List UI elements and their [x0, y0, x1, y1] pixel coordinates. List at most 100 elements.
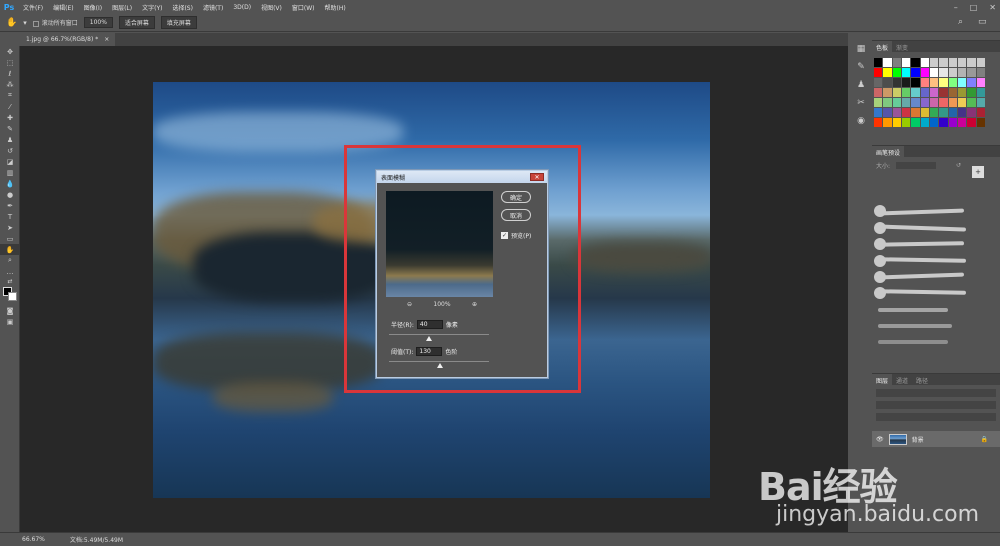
color-swatch[interactable] — [920, 88, 929, 97]
menu-image[interactable]: 图像(I) — [79, 3, 107, 12]
background-color[interactable] — [8, 292, 17, 301]
menu-edit[interactable]: 编辑(E) — [48, 3, 78, 12]
color-swatch[interactable] — [920, 58, 929, 67]
color-swatch[interactable] — [911, 98, 920, 107]
color-swatch[interactable] — [920, 78, 929, 87]
color-swatch[interactable] — [948, 58, 957, 67]
adjustments-icon[interactable]: ◉ — [852, 112, 870, 130]
color-swatch[interactable] — [939, 68, 948, 77]
color-swatch[interactable] — [967, 68, 976, 77]
radius-slider-handle[interactable] — [426, 336, 432, 341]
hand-tool-icon[interactable]: ✋ — [6, 18, 17, 28]
color-swatch[interactable] — [948, 118, 957, 127]
menu-filter[interactable]: 滤镜(T) — [198, 3, 228, 12]
color-swatch[interactable] — [948, 78, 957, 87]
zoom-100-button[interactable]: 100% — [83, 17, 113, 28]
color-swatch[interactable] — [883, 118, 892, 127]
color-swatch[interactable] — [883, 98, 892, 107]
minimize-icon[interactable]: – — [954, 3, 958, 12]
zoom-tool-icon[interactable]: ⌕ — [0, 255, 20, 266]
color-swatch[interactable] — [976, 88, 985, 97]
color-swatch[interactable] — [892, 78, 901, 87]
color-swatch[interactable] — [883, 68, 892, 77]
tab-gradients[interactable]: 渐变 — [892, 41, 912, 52]
menu-select[interactable]: 选择(S) — [167, 3, 198, 12]
color-swatch[interactable] — [929, 88, 939, 97]
crop-tool-icon[interactable]: ⌗ — [0, 90, 20, 101]
reset-icon[interactable]: ↺ — [956, 162, 961, 169]
screen-mode-icon[interactable]: ▣ — [0, 316, 20, 327]
color-swatch[interactable] — [901, 98, 911, 107]
layer-row[interactable]: 👁 背景 🔒 — [872, 431, 1000, 447]
document-tab[interactable]: 1.jpg @ 66.7%(RGB/8) * × — [20, 33, 116, 46]
quick-mask-icon[interactable]: ◙ — [0, 305, 20, 316]
eraser-tool-icon[interactable]: ◪ — [0, 156, 20, 167]
tool-preset-chevron-icon[interactable]: ▾ — [23, 19, 27, 27]
tab-channels[interactable]: 通道 — [892, 374, 912, 385]
ok-button[interactable]: 确定 — [501, 191, 531, 203]
brush-size-slider[interactable] — [896, 162, 937, 169]
color-swatch[interactable] — [874, 68, 883, 77]
menu-type[interactable]: 文字(Y) — [137, 3, 167, 12]
color-swatch[interactable] — [920, 108, 929, 117]
color-swatch[interactable] — [948, 98, 957, 107]
color-swatches[interactable] — [0, 285, 20, 305]
pen-tool-icon[interactable]: ✒ — [0, 200, 20, 211]
color-swatch[interactable] — [911, 78, 920, 87]
close-tab-icon[interactable]: × — [104, 36, 109, 43]
tool-presets-icon[interactable]: ✂ — [852, 94, 870, 112]
color-swatch[interactable] — [957, 58, 967, 67]
color-swatch[interactable] — [911, 118, 920, 127]
visibility-eye-icon[interactable]: 👁 — [876, 436, 884, 443]
color-swatch[interactable] — [901, 88, 911, 97]
color-swatch[interactable] — [939, 108, 948, 117]
tab-swatches[interactable]: 色板 — [872, 41, 893, 52]
color-swatch[interactable] — [957, 88, 967, 97]
search-icon[interactable]: ⌕ — [958, 17, 963, 27]
color-swatch[interactable] — [976, 108, 985, 117]
color-swatch[interactable] — [874, 78, 883, 87]
color-swatch[interactable] — [976, 58, 985, 67]
color-swatch[interactable] — [929, 98, 939, 107]
tab-layers[interactable]: 图层 — [872, 374, 893, 385]
color-swatch[interactable] — [892, 58, 901, 67]
color-swatch[interactable] — [976, 78, 985, 87]
color-swatch[interactable] — [892, 98, 901, 107]
lock-options-row[interactable] — [876, 413, 996, 421]
status-doc-size[interactable]: 文档:5.49M/5.49M — [70, 535, 123, 544]
threshold-slider-handle[interactable] — [437, 363, 443, 368]
maximize-icon[interactable]: □ — [970, 3, 978, 12]
fit-screen-button[interactable]: 适合屏幕 — [118, 16, 155, 29]
gradient-tool-icon[interactable]: ▥ — [0, 167, 20, 178]
color-swatch[interactable] — [911, 68, 920, 77]
brush-panel-icon[interactable]: ✎ — [852, 58, 870, 76]
type-tool-icon[interactable]: T — [0, 211, 20, 222]
color-swatch[interactable] — [920, 68, 929, 77]
hand-tool-icon[interactable]: ✋ — [0, 244, 20, 255]
color-swatch[interactable] — [967, 108, 976, 117]
color-swatch[interactable] — [976, 68, 985, 77]
color-swatch[interactable] — [929, 58, 939, 67]
color-swatch[interactable] — [976, 118, 985, 127]
color-swatch[interactable] — [874, 58, 883, 67]
color-swatch[interactable] — [901, 108, 911, 117]
color-swatch[interactable] — [892, 88, 901, 97]
color-swatch[interactable] — [967, 78, 976, 87]
menu-window[interactable]: 窗口(W) — [287, 3, 320, 12]
color-swatch[interactable] — [976, 98, 985, 107]
color-swatch[interactable] — [967, 58, 976, 67]
color-swatch[interactable] — [901, 118, 911, 127]
color-swatch[interactable] — [939, 98, 948, 107]
radius-input[interactable]: 40 — [416, 320, 443, 329]
filter-preview[interactable] — [386, 191, 493, 297]
color-swatch[interactable] — [948, 108, 957, 117]
menu-help[interactable]: 帮助(H) — [320, 3, 351, 12]
tab-paths[interactable]: 路径 — [912, 374, 932, 385]
color-swatch[interactable] — [892, 68, 901, 77]
color-swatch[interactable] — [883, 58, 892, 67]
threshold-slider-track[interactable] — [389, 361, 489, 362]
new-brush-icon[interactable]: + — [972, 166, 984, 178]
color-swatch[interactable] — [957, 108, 967, 117]
fill-screen-button[interactable]: 填充屏幕 — [160, 16, 197, 29]
scroll-all-checkbox[interactable] — [32, 20, 39, 27]
